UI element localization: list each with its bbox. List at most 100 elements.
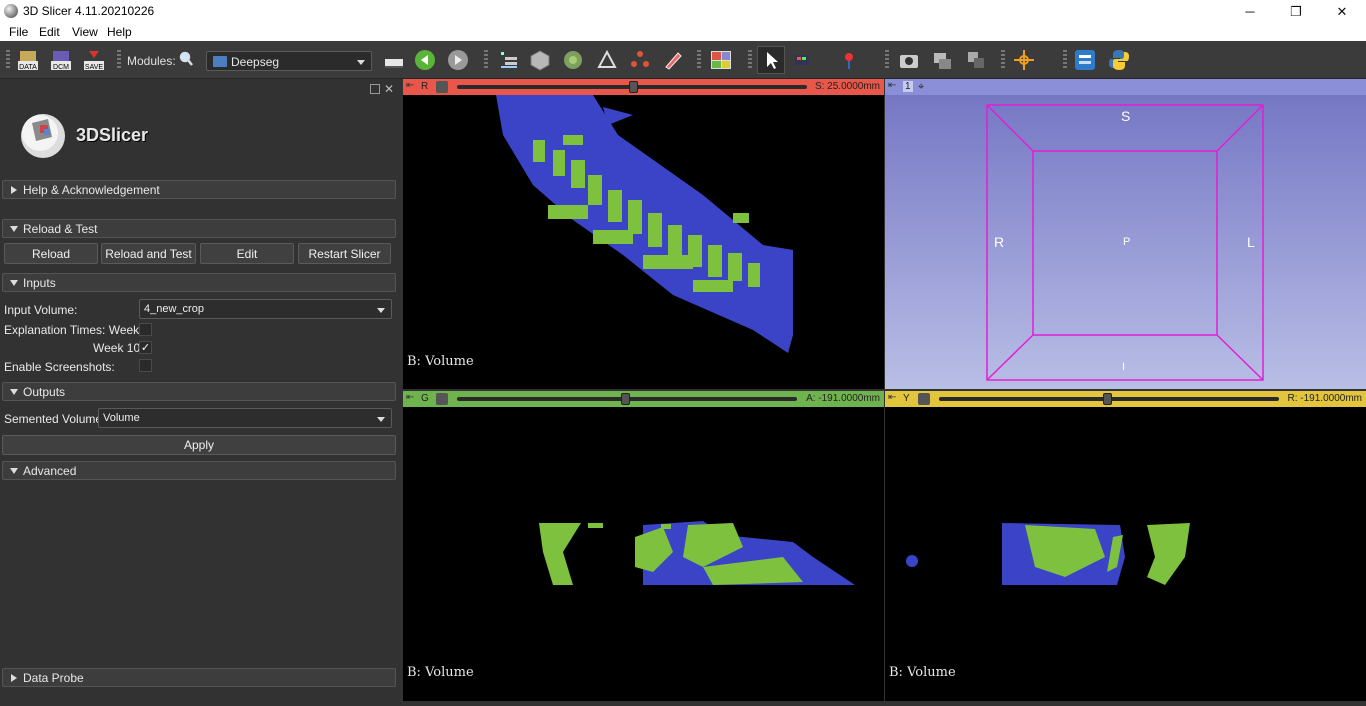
- red-slice-controller: ⇤ R S: 25.0000mm: [403, 79, 884, 95]
- save-icon[interactable]: SAVE: [83, 49, 105, 71]
- orientation-superior: S: [1121, 108, 1131, 124]
- slicer-logo-text: 3DSlicer: [76, 125, 149, 145]
- orientation-right: R: [994, 234, 1005, 250]
- green-segmentation-image: [539, 521, 855, 585]
- module-panel: ✕ 3DSlicer Help & Acknowledgement Reload…: [0, 79, 403, 706]
- collapse-arrow-icon: [10, 280, 18, 286]
- menu-edit[interactable]: Edit: [39, 25, 60, 39]
- input-volume-value: 4_new_crop: [144, 303, 204, 315]
- week10-checkbox[interactable]: ✓: [139, 341, 152, 354]
- reload-test-section[interactable]: Reload & Test: [2, 219, 396, 238]
- segment-editor-icon[interactable]: [662, 49, 684, 71]
- dcm-icon[interactable]: DCM: [50, 49, 72, 71]
- minimize-button[interactable]: ─: [1227, 0, 1273, 23]
- outputs-section[interactable]: Outputs: [2, 382, 396, 401]
- toolbar-grip[interactable]: [484, 50, 488, 70]
- python-icon[interactable]: [1108, 49, 1130, 71]
- yellow-slice-view[interactable]: B: Volume: [885, 407, 1366, 701]
- link-icon[interactable]: [436, 81, 448, 93]
- enable-screenshots-checkbox[interactable]: [139, 359, 152, 372]
- inputs-section[interactable]: Inputs: [2, 273, 396, 292]
- menu-file[interactable]: File: [9, 25, 28, 39]
- crosshair-toggle-icon[interactable]: [965, 49, 987, 71]
- toolbar-grip[interactable]: [697, 50, 701, 70]
- apply-button[interactable]: Apply: [2, 435, 396, 455]
- layout-icon[interactable]: [710, 49, 732, 71]
- orientation-posterior: P: [1123, 236, 1131, 248]
- collapse-arrow-icon: [10, 226, 18, 232]
- transforms-icon[interactable]: [596, 49, 618, 71]
- svg-text:DCM: DCM: [53, 64, 69, 71]
- data-icon[interactable]: DATA: [17, 49, 39, 71]
- restore-button[interactable]: ❐: [1273, 0, 1319, 23]
- models-icon[interactable]: [562, 49, 584, 71]
- green-slice-view[interactable]: B: Volume: [403, 407, 884, 701]
- scene-view-icon[interactable]: [931, 49, 953, 71]
- restart-slicer-button[interactable]: Restart Slicer: [298, 243, 391, 264]
- enable-screenshots-label: Enable Screenshots:: [4, 360, 115, 374]
- toolbar-grip[interactable]: [117, 50, 121, 70]
- red-segmentation-image: [496, 95, 793, 353]
- collapse-arrow-icon: [10, 389, 18, 395]
- section-title: Data Probe: [23, 671, 84, 685]
- green-view-code: G: [421, 393, 429, 404]
- pin-icon[interactable]: ⇤: [888, 80, 896, 91]
- yellow-slider-handle[interactable]: [1103, 393, 1112, 405]
- undock-icon[interactable]: [370, 84, 380, 94]
- data-tree-icon[interactable]: [497, 49, 519, 71]
- section-title: Inputs: [23, 276, 56, 290]
- search-icon[interactable]: [178, 51, 194, 67]
- window-level-icon[interactable]: [793, 49, 815, 71]
- close-panel-icon[interactable]: ✕: [384, 82, 394, 96]
- volumes-cube-icon[interactable]: [529, 49, 551, 71]
- reload-button[interactable]: Reload: [4, 243, 98, 264]
- edit-button[interactable]: Edit: [200, 243, 294, 264]
- advanced-section[interactable]: Advanced: [2, 461, 396, 480]
- svg-text:DATA: DATA: [19, 64, 37, 71]
- segmented-volume-selector[interactable]: Volume: [98, 408, 392, 428]
- expand-arrow-icon: [11, 674, 17, 682]
- orientation-inferior: I: [1122, 361, 1126, 373]
- crosshair-icon[interactable]: [1013, 49, 1035, 71]
- week4-checkbox[interactable]: [139, 323, 152, 336]
- toolbar-grip[interactable]: [885, 50, 889, 70]
- extension-manager-icon[interactable]: [1074, 49, 1096, 71]
- menu-view[interactable]: View: [72, 25, 98, 39]
- module-icon: [213, 56, 227, 67]
- link-icon[interactable]: [918, 393, 930, 405]
- threed-view[interactable]: S R L P I: [885, 95, 1366, 389]
- toolbar-grip[interactable]: [1063, 50, 1067, 70]
- screenshot-icon[interactable]: [898, 49, 920, 71]
- back-arrow-icon[interactable]: [414, 49, 436, 71]
- chevron-down-icon: [377, 308, 385, 313]
- green-slice-controller: ⇤ G A: -191.0000mm: [403, 391, 884, 407]
- menu-help[interactable]: Help: [107, 25, 132, 39]
- reload-and-test-button[interactable]: Reload and Test: [101, 243, 196, 264]
- toolbar-grip[interactable]: [6, 50, 10, 70]
- threed-view-controller: ⇤ 1 ⌖: [885, 79, 1366, 95]
- data-probe-section[interactable]: Data Probe: [2, 668, 396, 687]
- fiducial-icon[interactable]: [838, 49, 860, 71]
- help-acknowledgement-section[interactable]: Help & Acknowledgement: [2, 180, 396, 199]
- pointer-icon[interactable]: [757, 46, 785, 74]
- pin-icon[interactable]: ⇤: [406, 392, 414, 403]
- segmented-volume-label: Semented Volume:: [4, 412, 106, 426]
- markups-icon[interactable]: [629, 49, 651, 71]
- center-view-icon[interactable]: ⌖: [918, 81, 924, 94]
- menu-bar: File Edit View Help: [0, 23, 1366, 41]
- link-icon[interactable]: [436, 393, 448, 405]
- red-slice-view[interactable]: B: Volume: [403, 95, 884, 389]
- green-slider-handle[interactable]: [621, 393, 630, 405]
- red-slider-handle[interactable]: [629, 81, 638, 93]
- input-volume-selector[interactable]: 4_new_crop: [139, 299, 392, 319]
- yellow-view-code: Y: [903, 393, 910, 404]
- pin-icon[interactable]: ⇤: [888, 392, 896, 403]
- module-selector[interactable]: Deepseg: [206, 51, 372, 71]
- close-button[interactable]: ✕: [1319, 0, 1365, 23]
- forward-arrow-icon[interactable]: [447, 49, 469, 71]
- toolbar-grip[interactable]: [1001, 50, 1005, 70]
- module-list-icon[interactable]: [383, 49, 405, 71]
- toolbar-grip[interactable]: [748, 50, 752, 70]
- red-slice-offset: S: 25.0000mm: [814, 81, 880, 92]
- pin-icon[interactable]: ⇤: [406, 80, 414, 91]
